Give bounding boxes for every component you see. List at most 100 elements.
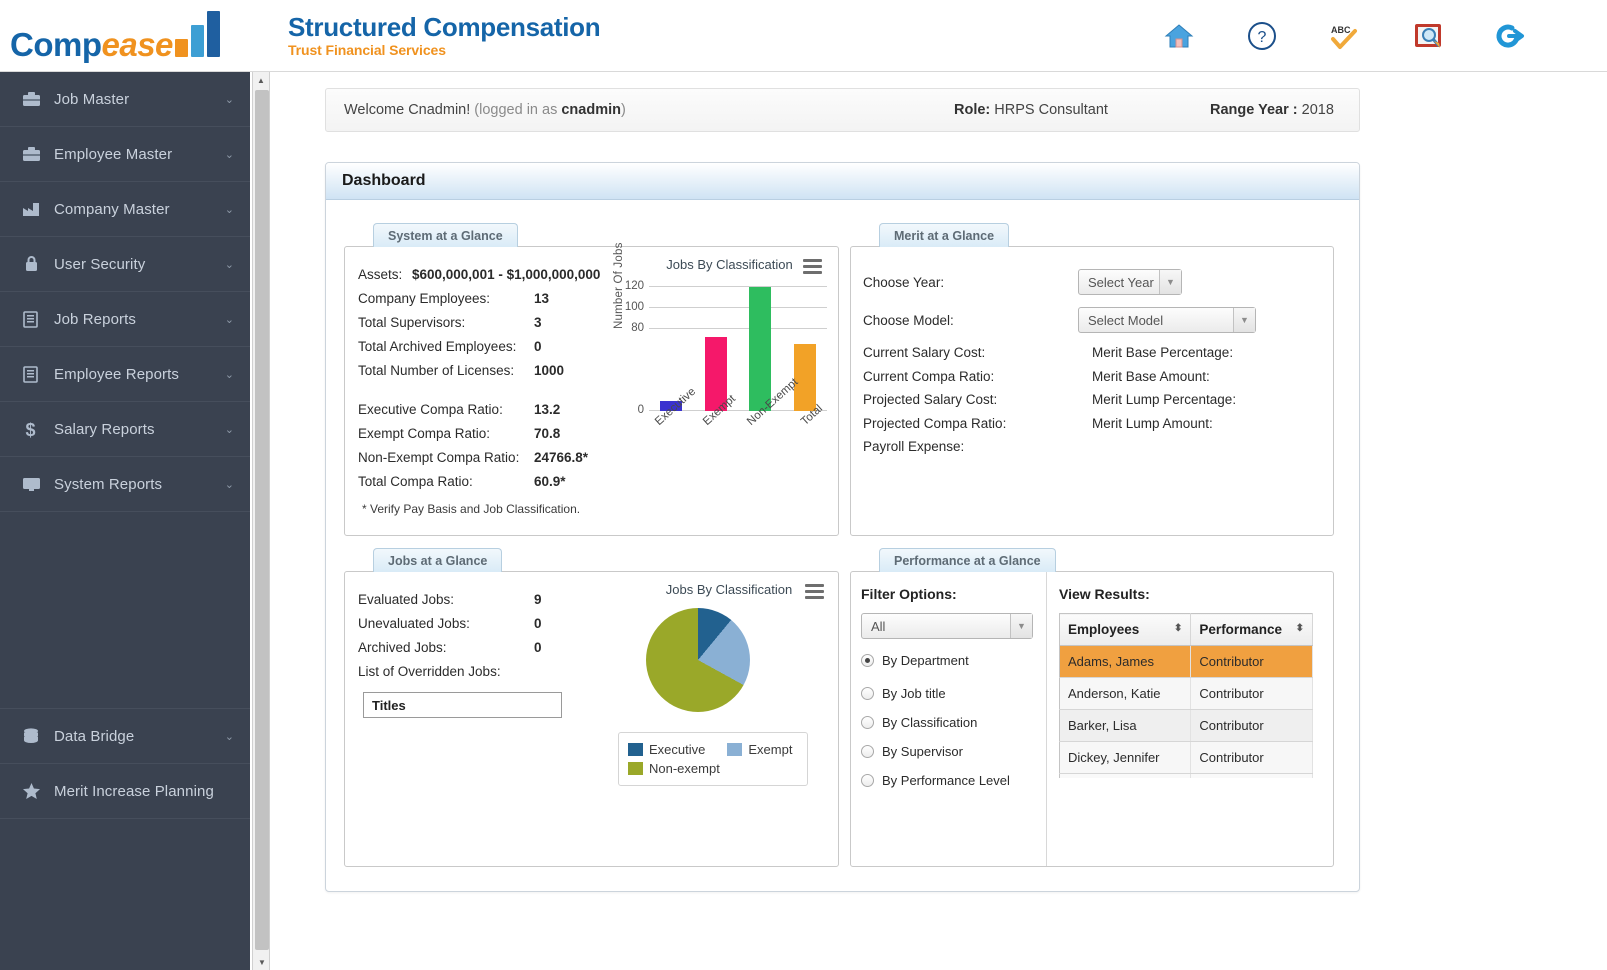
stat-value: 0 — [534, 339, 542, 354]
chevron-down-icon[interactable]: ▼ — [1159, 270, 1181, 294]
system-panel-tab[interactable]: System at a Glance — [373, 223, 518, 247]
sidebar-item-data-bridge[interactable]: Data Bridge ⌄ — [0, 709, 250, 764]
chevron-down-icon: ⌄ — [224, 258, 234, 271]
system-panel-note: * Verify Pay Basis and Job Classificatio… — [362, 502, 581, 516]
radio-by-classification[interactable]: By Classification — [861, 715, 1046, 730]
merit-at-a-glance-panel: Merit at a Glance Choose Year: Select Ye… — [850, 223, 1334, 536]
radio-by-job-title[interactable]: By Job title — [861, 686, 1046, 701]
sidebar-item-user-security[interactable]: User Security ⌄ — [0, 237, 250, 292]
sidebar-item-job-reports[interactable]: Job Reports ⌄ — [0, 292, 250, 347]
sidebar-item-label: Job Master — [54, 90, 130, 108]
cell-performance: Contributor — [1190, 709, 1313, 742]
merit-left-column: Current Salary Cost: Current Compa Ratio… — [863, 341, 1092, 459]
clipboard-icon — [22, 310, 48, 328]
glossary-search-icon[interactable] — [1410, 18, 1446, 54]
table-header-row: Employees ⬍ Performance ⬍ — [1059, 613, 1313, 646]
sidebar-item-label: System Reports — [54, 475, 163, 493]
stat-value: 9 — [534, 592, 542, 607]
spellcheck-icon[interactable]: ABC — [1327, 18, 1363, 54]
compease-logo[interactable]: Compease — [0, 10, 250, 61]
radio-button-icon[interactable] — [861, 687, 874, 700]
table-row[interactable]: Anderson, Katie Contributor — [1059, 677, 1313, 710]
radio-by-performance-level[interactable]: By Performance Level — [861, 773, 1046, 788]
sidebar-item-employee-master[interactable]: Employee Master ⌄ — [0, 127, 250, 182]
page-scrollbar[interactable]: ▲ ▼ — [252, 72, 270, 970]
header-icon-group: ? ABC — [1161, 18, 1607, 54]
merit-panel-body: Choose Year: Select Year ▼ Choose Model: — [851, 247, 1333, 459]
stat-label: Executive Compa Ratio: — [358, 402, 503, 417]
column-header-performance[interactable]: Performance ⬍ — [1190, 613, 1313, 646]
titles-field[interactable]: Titles — [363, 692, 562, 718]
help-icon[interactable]: ? — [1244, 18, 1280, 54]
cell-performance: Contributor — [1190, 741, 1313, 774]
merit-panel-tab[interactable]: Merit at a Glance — [879, 223, 1010, 247]
sidebar-item-label: Salary Reports — [54, 420, 155, 438]
radio-label: By Classification — [882, 715, 978, 730]
chevron-down-icon: ⌄ — [224, 368, 234, 381]
results-table-scroll-area[interactable]: Employees ⬍ Performance ⬍ Adams, James C… — [1059, 602, 1315, 778]
system-at-a-glance-panel: System at a Glance Assets: $600,000,001 … — [344, 223, 839, 536]
cell-performance: Contributor — [1190, 677, 1313, 710]
stat-label: Total Supervisors: — [358, 315, 466, 330]
jobs-panel-tab[interactable]: Jobs at a Glance — [373, 548, 503, 572]
stat-label: Assets: — [358, 267, 403, 282]
chevron-down-icon[interactable]: ▼ — [1010, 614, 1032, 638]
sort-icon[interactable]: ⬍ — [1296, 622, 1304, 636]
filter-options-column: Filter Options: All ▼ By Department By J… — [851, 572, 1047, 866]
chevron-down-icon[interactable]: ▼ — [1233, 308, 1255, 332]
chevron-down-icon: ⌄ — [224, 93, 234, 106]
table-row[interactable]: Dickey, Jennifer Contributor — [1059, 741, 1313, 774]
radio-button-icon[interactable] — [861, 716, 874, 729]
welcome-greeting: Welcome Cnadmin! — [344, 102, 471, 118]
filter-select[interactable]: All ▼ — [861, 613, 1033, 639]
radio-by-supervisor[interactable]: By Supervisor — [861, 744, 1046, 759]
app-title: Structured Compensation — [288, 11, 601, 42]
sidebar-item-job-master[interactable]: Job Master ⌄ — [0, 72, 250, 127]
jobs-at-a-glance-panel: Jobs at a Glance Evaluated Jobs: 9 Uneva… — [344, 548, 839, 867]
cell-employee: Anderson, Katie — [1059, 677, 1192, 710]
sidebar-item-company-master[interactable]: Company Master ⌄ — [0, 182, 250, 237]
model-select[interactable]: Select Model ▼ — [1078, 307, 1256, 333]
stat-row: Non-Exempt Compa Ratio: 24766.8* — [358, 446, 838, 470]
sort-icon[interactable]: ⬍ — [1174, 622, 1182, 636]
merit-readout-label: Current Salary Cost: — [863, 345, 986, 360]
sidebar-item-system-reports[interactable]: System Reports ⌄ — [0, 457, 250, 512]
sidebar-item-employee-reports[interactable]: Employee Reports ⌄ — [0, 347, 250, 402]
page-title: Structured Compensation Trust Financial … — [288, 11, 601, 59]
home-icon[interactable] — [1161, 18, 1197, 54]
radio-label: By Department — [882, 653, 969, 668]
sidebar-item-label: Job Reports — [54, 310, 136, 328]
sidebar-item-merit-increase-planning[interactable]: Merit Increase Planning — [0, 764, 250, 819]
content-column: Welcome Cnadmin! (logged in as cnadmin) … — [325, 88, 1360, 892]
logged-in-suffix: ) — [620, 102, 626, 118]
logout-icon[interactable] — [1493, 18, 1529, 54]
logo-bar-chart-icon — [174, 10, 220, 57]
logged-in-username: cnadmin — [561, 102, 621, 118]
stat-label: Total Archived Employees: — [358, 339, 517, 354]
stat-value: 13.2 — [534, 402, 561, 417]
role-field: Role: HRPS Consultant — [954, 102, 1108, 118]
table-row[interactable]: Adams, James Contributor — [1059, 645, 1313, 678]
sidebar-item-salary-reports[interactable]: $ Salary Reports ⌄ — [0, 402, 250, 457]
performance-panel-body: Filter Options: All ▼ By Department By J… — [851, 572, 1333, 866]
merit-panel-wrap: Merit at a Glance Choose Year: Select Ye… — [850, 223, 1334, 536]
year-select[interactable]: Select Year ▼ — [1078, 269, 1182, 295]
legend-label: Exempt — [748, 742, 793, 757]
column-header-employees[interactable]: Employees ⬍ — [1059, 613, 1192, 646]
scroll-up-arrow-icon[interactable]: ▲ — [253, 72, 269, 88]
radio-by-department[interactable]: By Department — [861, 653, 1046, 668]
radio-label: By Job title — [882, 686, 946, 701]
scrollbar-thumb[interactable] — [255, 90, 269, 950]
stat-value: 0 — [534, 616, 542, 631]
legend-swatch-exempt — [727, 743, 743, 756]
table-row[interactable]: Gregson, Francis Contributor — [1059, 773, 1313, 778]
scroll-down-arrow-icon[interactable]: ▼ — [253, 954, 271, 970]
factory-icon — [22, 201, 48, 217]
radio-button-icon[interactable] — [861, 745, 874, 758]
merit-readout-label: Payroll Expense: — [863, 439, 965, 454]
table-row[interactable]: Barker, Lisa Contributor — [1059, 709, 1313, 742]
radio-button-icon[interactable] — [861, 654, 874, 667]
radio-button-icon[interactable] — [861, 774, 874, 787]
performance-panel-tab[interactable]: Performance at a Glance — [879, 548, 1056, 572]
dashboard-body: System at a Glance Assets: $600,000,001 … — [326, 200, 1359, 891]
